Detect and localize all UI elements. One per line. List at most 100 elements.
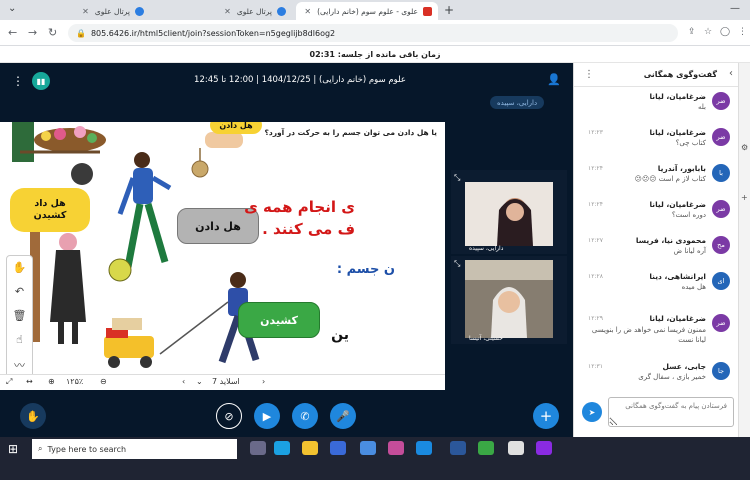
message-time: ۱۲:۲۸: [588, 273, 603, 280]
webcam-video: [465, 260, 553, 338]
message-time: ۱۲:۲۷: [588, 237, 603, 244]
whiteboard-toolbar: ✋ ↶ 🗑 ☝ 〰: [6, 255, 33, 374]
zoom-out-icon[interactable]: ⊖: [100, 377, 107, 386]
options-menu-icon[interactable]: ⋮: [12, 74, 24, 88]
chat-message: ضر ضرغامیان، لیانا ۱۲:۲۳ کتاب چی؟: [580, 127, 730, 157]
new-tab-icon[interactable]: +: [444, 3, 454, 17]
undo-icon[interactable]: ↶: [15, 285, 24, 298]
chat-options-icon[interactable]: ⋮: [584, 69, 594, 80]
message-author: ضرغامیان، لیانا: [649, 200, 706, 209]
users-list-icon[interactable]: 👤: [547, 73, 561, 86]
mail-icon[interactable]: [360, 441, 376, 455]
windows-taskbar: ⊞ ⌕ Type here to search: [0, 437, 750, 480]
expand-icon[interactable]: ⤡: [454, 259, 460, 269]
chat-message: ضر ضرغامیان، لیانا بله: [580, 91, 730, 121]
tab-close-icon[interactable]: ✕: [224, 7, 231, 16]
back-arrow-icon[interactable]: ←: [8, 26, 17, 39]
app-icon[interactable]: [478, 441, 494, 455]
tab-search-icon[interactable]: ⌄: [8, 3, 16, 14]
screen-share-button[interactable]: ⊘: [216, 403, 242, 429]
browser-tab-bar: پرتال علوی ✕ پرتال علوی ✕ علوی - علوم سو…: [0, 0, 750, 20]
add-icon[interactable]: +: [741, 193, 748, 202]
share-icon[interactable]: ⇪: [688, 27, 696, 37]
presentation-slide: هل دادن هل داد کشیدن هل دادن کشیدن یا هل…: [0, 122, 445, 374]
tab-close-icon[interactable]: ✕: [82, 7, 89, 16]
slide-label-push-pull: هل داد کشیدن: [10, 188, 90, 232]
expand-icon[interactable]: ⤡: [454, 173, 460, 183]
fullscreen-icon[interactable]: ⤢: [6, 377, 12, 387]
message-author: ایرانشاهی، دینا: [649, 272, 706, 281]
chrome-icon[interactable]: [508, 441, 524, 455]
microphone-icon: 🎤: [336, 409, 350, 423]
favicon-icon: [277, 6, 286, 16]
minimize-icon[interactable]: —: [730, 3, 740, 14]
taskbar-search-text: Type here to search: [47, 444, 127, 454]
store-icon[interactable]: [330, 441, 346, 455]
app-icon[interactable]: [536, 441, 552, 455]
previous-slide-icon[interactable]: ‹: [182, 377, 185, 386]
avatar: ضر: [712, 128, 730, 146]
send-message-button[interactable]: ➤: [582, 402, 602, 422]
word-icon[interactable]: [450, 441, 466, 455]
chat-close-icon[interactable]: ‹: [729, 68, 733, 79]
camera-button[interactable]: ▶: [254, 403, 280, 429]
message-text: هل میده: [681, 283, 706, 291]
chat-message: ای ایرانشاهی، دینا ۱۲:۲۸ هل میده: [580, 271, 730, 301]
meeting-main-area: ⋮ ▮▮ علوم سوم (خانم دارایی) | 1404/12/25…: [0, 63, 573, 437]
slide-number-select[interactable]: اسلاید 7: [212, 377, 240, 386]
boy-running-illustration: [117, 152, 172, 268]
profile-icon[interactable]: ◯: [720, 27, 730, 37]
edge-browser-icon[interactable]: [274, 441, 290, 455]
zoom-in-icon[interactable]: ⊕: [48, 377, 55, 386]
send-icon: ➤: [588, 407, 596, 417]
slide-label-pull: کشیدن: [33, 210, 67, 221]
taskbar-search-box[interactable]: ⌕ Type here to search: [32, 439, 237, 459]
browser-tab-active[interactable]: علوی - علوم سوم (خانم دارایی) ✕: [296, 2, 438, 20]
app-icon[interactable]: [416, 441, 432, 455]
raise-hand-button[interactable]: ✋: [20, 403, 46, 429]
pointer-tool-icon[interactable]: ☝: [16, 333, 23, 346]
browser-tab[interactable]: پرتال علوی ✕: [60, 2, 150, 20]
webcam-tile[interactable]: ⤡ حسینی، آنیسا: [451, 256, 567, 344]
webcam-tile[interactable]: ⤡ دارایی، سپیده: [451, 170, 567, 254]
message-author: ضرغامیان، لیانا: [649, 128, 706, 137]
delete-icon[interactable]: 🗑: [13, 309, 27, 322]
settings-gear-icon[interactable]: ⚙: [741, 143, 748, 152]
line-tool-icon[interactable]: 〰: [14, 357, 25, 373]
chevron-down-icon[interactable]: ⌄: [196, 377, 203, 386]
forward-arrow-icon[interactable]: →: [28, 26, 37, 39]
chat-message: با بابابور، آندریا ۱۲:۲۴ کتاب لاز م است …: [580, 163, 730, 193]
ball-illustration: [108, 258, 132, 282]
slide-label-pull-button: کشیدن: [238, 302, 320, 338]
bookmark-star-icon[interactable]: ☆: [704, 27, 712, 37]
message-time: ۱۲:۲۴: [588, 165, 603, 172]
actions-button[interactable]: +: [533, 403, 559, 429]
avatar: ای: [712, 272, 730, 290]
slide-black-text: ین: [331, 327, 349, 343]
hand-tool-icon[interactable]: ✋: [13, 261, 27, 274]
app-logo-icon: ▮▮: [32, 72, 50, 90]
url-field[interactable]: 🔒 805.6426.ir/html5client/join?sessionTo…: [68, 24, 678, 42]
chat-message-input[interactable]: [608, 397, 734, 427]
slide-red-line: ف می کنند .: [262, 220, 355, 238]
task-view-icon[interactable]: [250, 441, 266, 455]
lock-icon: 🔒: [76, 28, 86, 38]
webcam-video-feed: [465, 260, 553, 338]
meeting-top-bar: ⋮ ▮▮ علوم سوم (خانم دارایی) | 1404/12/25…: [0, 63, 573, 101]
favicon-icon: [423, 6, 432, 16]
slide-label-push-top: هل دادن: [210, 122, 262, 134]
next-slide-icon[interactable]: ›: [262, 377, 265, 386]
browser-menu-icon[interactable]: ⋮: [738, 27, 747, 37]
message-text: خمیر بازی ، سفال گری: [638, 373, 706, 381]
tab-close-icon[interactable]: ✕: [304, 7, 311, 16]
audio-button[interactable]: ✆: [292, 403, 318, 429]
app-icon[interactable]: [388, 441, 404, 455]
tab-label: علوی - علوم سوم (خانم دارایی): [317, 6, 418, 16]
reload-icon[interactable]: ↻: [48, 26, 57, 39]
presenter-name: دارایی، سپیده: [497, 98, 538, 107]
windows-start-icon[interactable]: ⊞: [8, 442, 18, 456]
browser-tab[interactable]: پرتال علوی ✕: [152, 2, 292, 20]
microphone-button[interactable]: 🎤: [330, 403, 356, 429]
fit-width-icon[interactable]: ↔: [26, 377, 33, 386]
file-explorer-icon[interactable]: [302, 441, 318, 455]
